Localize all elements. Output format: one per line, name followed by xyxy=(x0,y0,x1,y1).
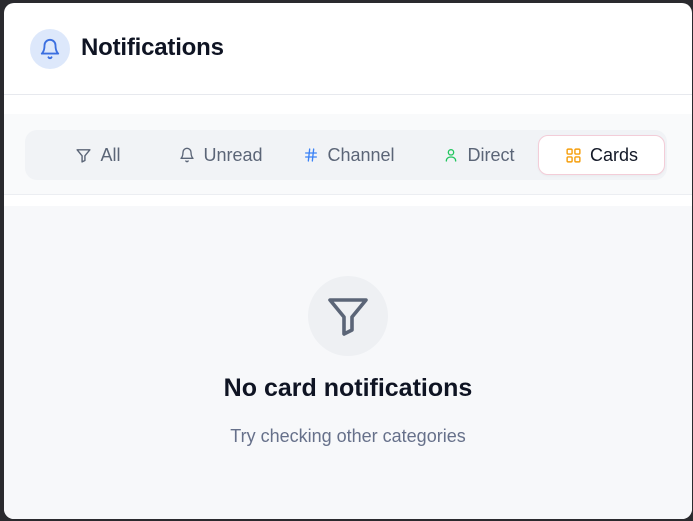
grid-icon xyxy=(566,147,581,163)
tab-label: Direct xyxy=(467,144,515,165)
empty-state-icon-badge xyxy=(308,276,388,356)
tab-label: Channel xyxy=(327,144,395,165)
notifications-panel: Notifications All Unread Channel Direct … xyxy=(4,3,692,519)
panel-header: Notifications xyxy=(4,3,692,95)
empty-state-title: No card notifications xyxy=(223,374,473,402)
page-title: Notifications xyxy=(81,34,224,61)
tab-label: All xyxy=(100,144,121,165)
tab-unread[interactable]: Unread xyxy=(171,135,271,175)
filter-bar: All Unread Channel Direct Cards xyxy=(4,114,692,195)
bell-badge xyxy=(30,29,70,69)
bell-icon xyxy=(40,39,60,60)
tab-cards[interactable]: Cards xyxy=(538,135,665,175)
user-icon xyxy=(446,149,457,162)
filter-icon xyxy=(328,298,368,336)
filter-icon xyxy=(76,148,92,163)
tab-all[interactable]: All xyxy=(63,135,133,175)
empty-state-subtitle: Try checking other categories xyxy=(230,426,466,446)
notifications-content: No card notifications Try checking other… xyxy=(4,206,692,519)
tab-label: Unread xyxy=(203,144,263,165)
tab-label: Cards xyxy=(589,144,638,165)
bell-icon xyxy=(180,147,195,163)
hash-icon xyxy=(305,148,318,162)
filter-tabs: All Unread Channel Direct Cards xyxy=(25,130,667,180)
tab-channel[interactable]: Channel xyxy=(293,135,405,175)
tab-direct[interactable]: Direct xyxy=(431,135,527,175)
